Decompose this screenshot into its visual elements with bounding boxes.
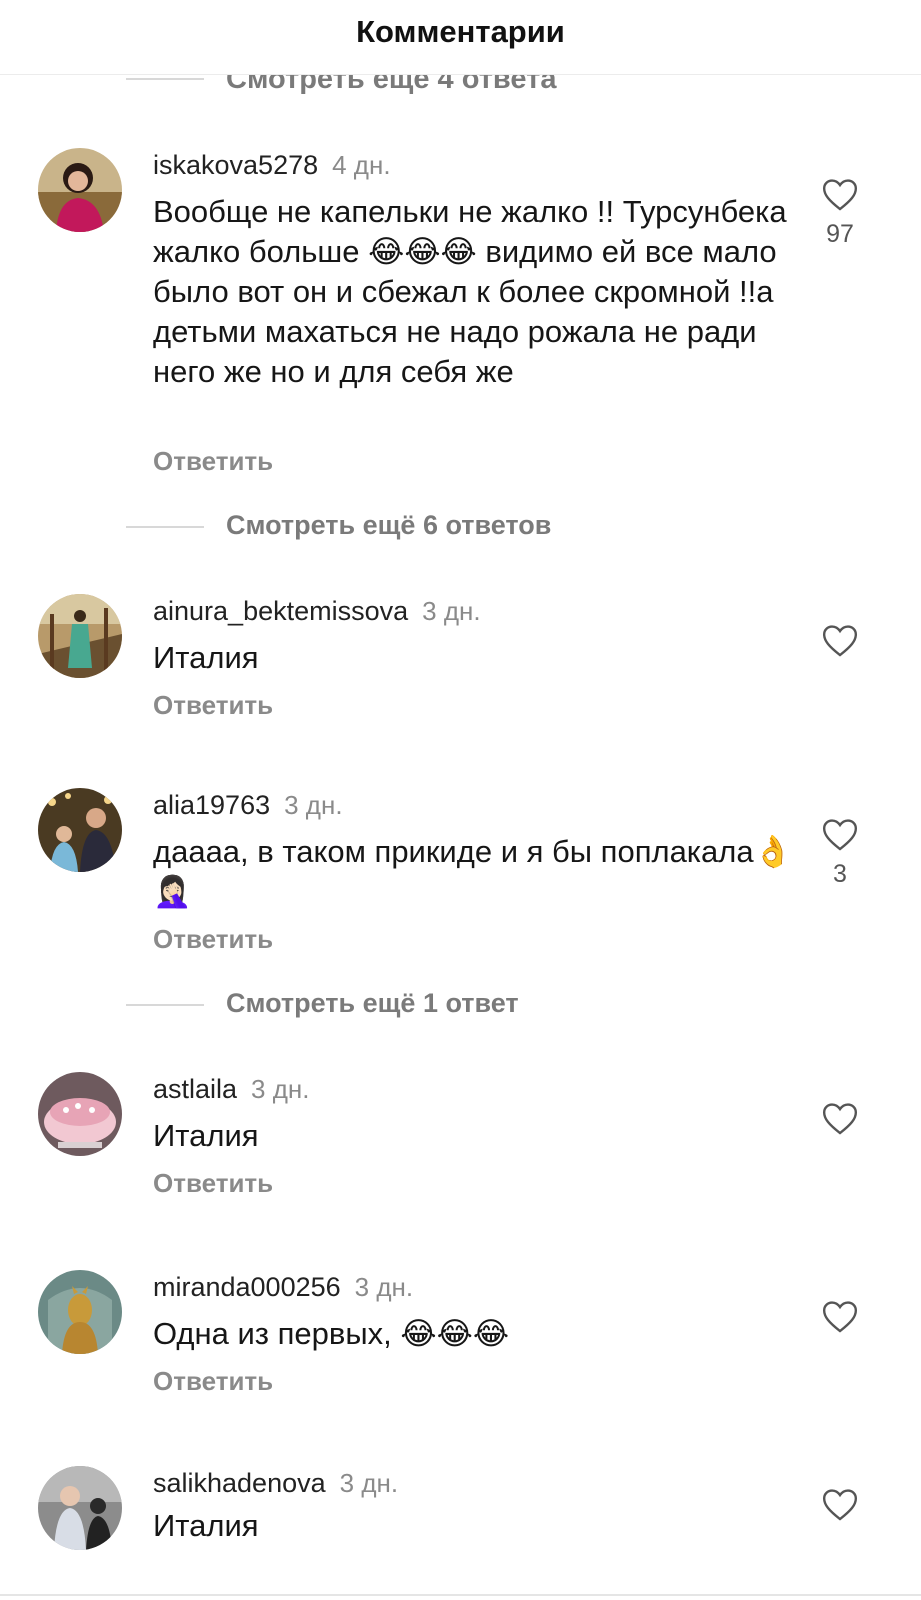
heart-icon [822, 625, 858, 657]
timestamp: 3 дн. [251, 1074, 310, 1104]
avatar[interactable] [38, 1466, 122, 1550]
username[interactable]: alia19763 [153, 790, 270, 820]
reply-button[interactable]: Ответить [153, 1168, 273, 1199]
comment-text: Италия [153, 1508, 259, 1543]
timestamp: 3 дн. [422, 596, 481, 626]
comment-meta: alia19763 3 дн. [153, 790, 343, 821]
comment-meta: iskakova5278 4 дн. [153, 150, 391, 181]
heart-icon [822, 1489, 858, 1521]
avatar-photo-icon [38, 594, 122, 678]
comments-header: Комментарии [0, 0, 921, 75]
like-button[interactable] [820, 622, 860, 658]
heart-icon [822, 1301, 858, 1333]
comment-text: даааа, в таком прикиде и я бы поплакала👌… [153, 834, 793, 909]
divider-line [126, 526, 204, 528]
reply-button[interactable]: Ответить [153, 924, 273, 955]
divider-line [126, 1004, 204, 1006]
like-button[interactable]: 3 [820, 816, 860, 889]
heart-icon [822, 179, 858, 211]
comment-meta: salikhadenova 3 дн. [153, 1468, 398, 1499]
bottom-divider [0, 1594, 921, 1596]
timestamp: 3 дн. [339, 1468, 399, 1498]
username[interactable]: iskakova5278 [153, 150, 318, 180]
avatar-photo-icon [38, 148, 122, 232]
avatar-photo-icon [38, 1270, 122, 1354]
reply-button[interactable]: Ответить [153, 690, 273, 721]
view-more-replies-button[interactable]: Смотреть ещё 1 ответ [126, 984, 726, 1024]
view-more-replies-label: Смотреть ещё 6 ответов [226, 510, 552, 540]
comment-meta: astlaila 3 дн. [153, 1074, 309, 1105]
like-count: 97 [826, 220, 854, 248]
avatar[interactable] [38, 594, 122, 678]
avatar[interactable] [38, 148, 122, 232]
username[interactable]: salikhadenova [153, 1468, 326, 1498]
comment-meta: ainura_bektemissova 3 дн. [153, 596, 481, 627]
avatar[interactable] [38, 788, 122, 872]
like-button[interactable]: 97 [820, 176, 860, 249]
like-button[interactable] [820, 1298, 860, 1334]
page-title: Комментарии [356, 14, 565, 49]
avatar-photo-icon [38, 1072, 122, 1156]
comment-text: Вообще не капельки не жалко !! Турсунбек… [153, 194, 787, 389]
like-button[interactable] [820, 1486, 860, 1522]
comment-text: Одна из первых, 😂😂😂 [153, 1316, 510, 1351]
avatar-photo-icon [38, 1466, 122, 1550]
timestamp: 3 дн. [354, 1272, 414, 1302]
avatar[interactable] [38, 1072, 122, 1156]
username[interactable]: miranda000256 [153, 1272, 341, 1302]
timestamp: 3 дн. [284, 790, 343, 820]
comment-meta: miranda000256 3 дн. [153, 1272, 413, 1303]
like-count: 3 [833, 860, 847, 888]
heart-icon [822, 819, 858, 851]
comment-text: Италия [153, 1118, 259, 1153]
avatar-photo-icon [38, 788, 122, 872]
heart-icon [822, 1103, 858, 1135]
comments-sheet: Комментарии Смотреть ещё 4 ответа iskako… [0, 0, 921, 1600]
view-more-replies-label: Смотреть ещё 1 ответ [226, 988, 519, 1018]
timestamp: 4 дн. [332, 150, 391, 180]
comment-text: Италия [153, 640, 259, 675]
reply-button[interactable]: Ответить [153, 446, 273, 477]
like-button[interactable] [820, 1100, 860, 1136]
username[interactable]: ainura_bektemissova [153, 596, 408, 626]
avatar[interactable] [38, 1270, 122, 1354]
reply-button[interactable]: Ответить [153, 1366, 273, 1397]
divider-line [126, 78, 204, 80]
view-more-replies-button[interactable]: Смотреть ещё 6 ответов [126, 506, 726, 546]
username[interactable]: astlaila [153, 1074, 237, 1104]
